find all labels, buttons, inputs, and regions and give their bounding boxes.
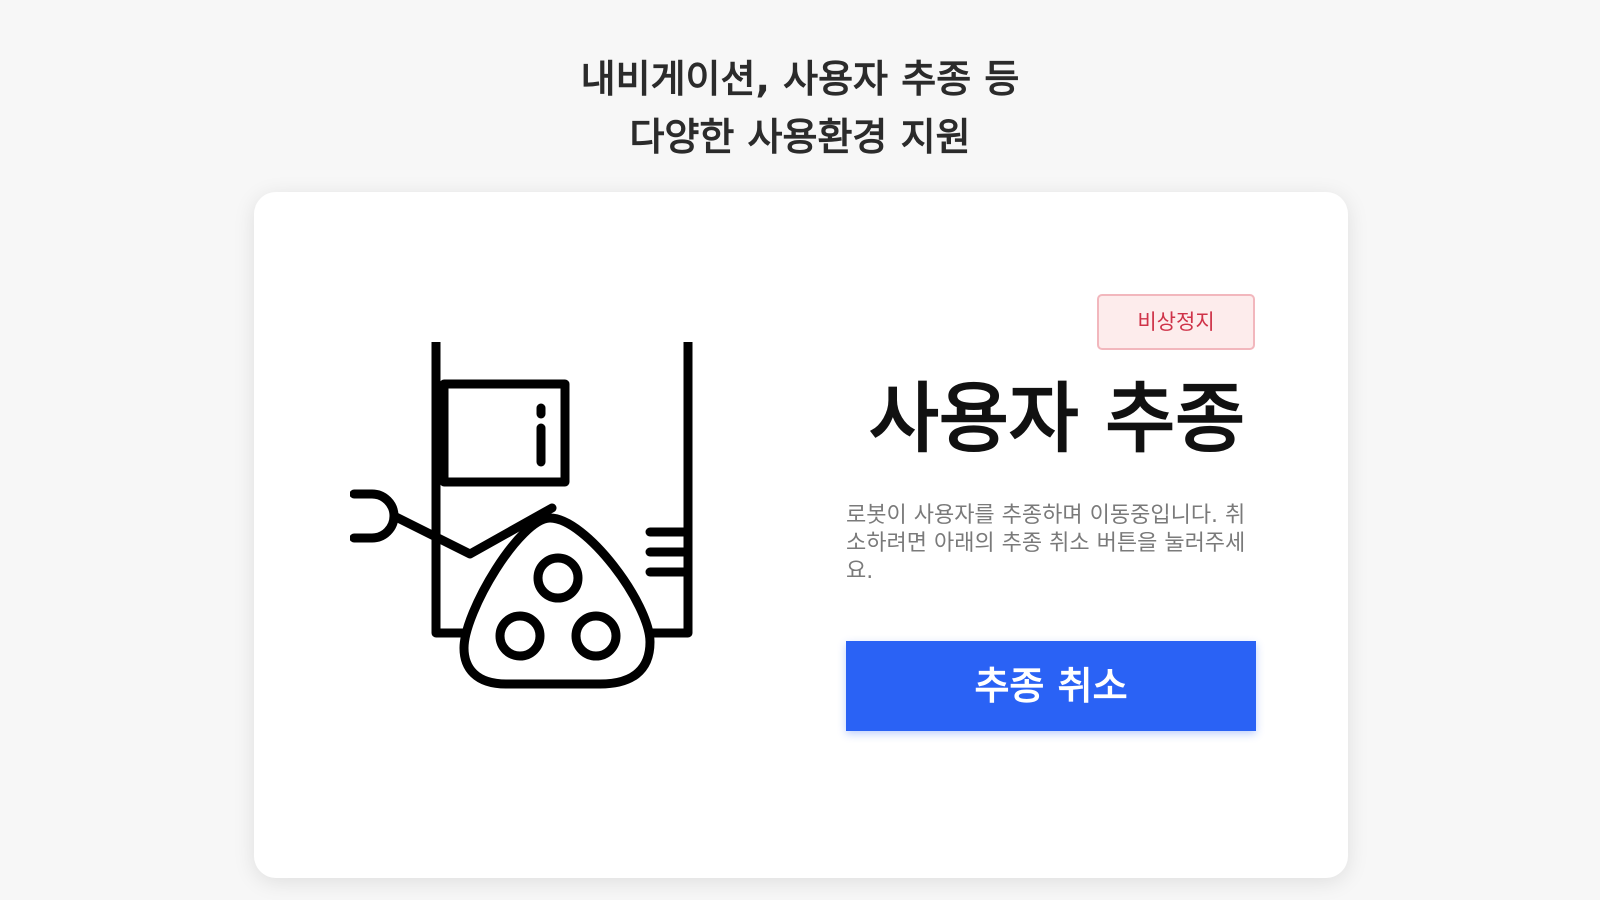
page-headline: 내비게이션, 사용자 추종 등 다양한 사용환경 지원	[0, 50, 1600, 166]
following-status-card: 비상정지 사용자 추종 로봇이 사용자를 추종하며 이동중입니다. 취소하려면 …	[254, 178, 1348, 878]
status-description: 로봇이 사용자를 추종하며 이동중입니다. 취소하려면 아래의 추종 취소 버튼…	[846, 503, 1246, 584]
robot-icon	[349, 178, 710, 712]
cancel-following-button[interactable]: 추종 취소	[846, 641, 1256, 731]
headline-line-1: 내비게이션, 사용자 추종 등	[580, 57, 1020, 101]
page: 내비게이션, 사용자 추종 등 다양한 사용환경 지원 비상정지 사용자 추종 …	[0, 0, 1600, 900]
headline-line-2: 다양한 사용환경 지원	[629, 115, 971, 159]
emergency-stop-button[interactable]: 비상정지	[1097, 294, 1255, 350]
screen-title: 사용자 추종	[868, 374, 1246, 463]
